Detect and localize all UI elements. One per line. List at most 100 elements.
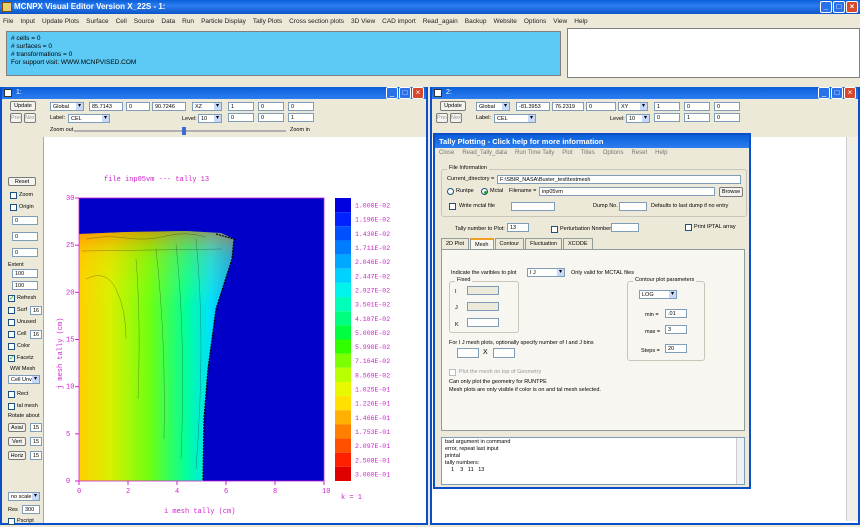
menu-item-backup[interactable]: Backup bbox=[465, 18, 487, 25]
tally-menu-close[interactable]: Close bbox=[439, 150, 454, 156]
plane-select[interactable]: XZ bbox=[192, 102, 222, 111]
menu-item-cross-section-plots[interactable]: Cross section plots bbox=[289, 18, 344, 25]
zoom-checkbox[interactable] bbox=[10, 192, 17, 199]
contour-scale-select[interactable]: LOG bbox=[639, 290, 677, 299]
menu-item-surface[interactable]: Surface bbox=[86, 18, 108, 25]
plot-mesh-geo-checkbox[interactable] bbox=[449, 369, 456, 376]
basis-field-2[interactable]: 0 bbox=[684, 102, 710, 111]
basis-field-4[interactable]: 0 bbox=[654, 113, 680, 122]
tab-xcode[interactable]: XCODE bbox=[562, 238, 593, 249]
side-field-b[interactable]: 0 bbox=[12, 232, 38, 241]
tally-menu-run-time-tally[interactable]: Run Time Tally bbox=[515, 150, 554, 156]
basis-field-6[interactable]: 1 bbox=[288, 113, 314, 122]
axial-button[interactable]: Axial bbox=[8, 423, 26, 432]
horiz-button[interactable]: Horiz bbox=[8, 451, 26, 460]
origin-y-field[interactable]: 76.2319 bbox=[552, 102, 584, 111]
log-scrollbar[interactable] bbox=[736, 438, 744, 484]
unused-checkbox[interactable] bbox=[8, 319, 15, 326]
side-field-c[interactable]: 0 bbox=[12, 248, 38, 257]
tally-menu-plot[interactable]: Plot bbox=[562, 150, 572, 156]
menu-item-cell[interactable]: Cell bbox=[116, 18, 127, 25]
basis-field-4[interactable]: 0 bbox=[228, 113, 254, 122]
menu-item-data[interactable]: Data bbox=[161, 18, 175, 25]
tally-menu-options[interactable]: Options bbox=[603, 150, 624, 156]
write-mctal-field[interactable] bbox=[511, 202, 555, 211]
perturbation-field[interactable] bbox=[611, 223, 639, 232]
level-select[interactable]: 10 bbox=[626, 114, 650, 123]
next-button[interactable]: Next bbox=[24, 113, 36, 123]
write-mctal-checkbox[interactable] bbox=[449, 203, 456, 210]
origin-z-field[interactable]: 0 bbox=[586, 102, 616, 111]
basis-field-3[interactable]: 0 bbox=[288, 102, 314, 111]
menu-item-file[interactable]: File bbox=[3, 18, 13, 25]
basis-field-3[interactable]: 0 bbox=[714, 102, 740, 111]
minimize-button[interactable]: _ bbox=[386, 87, 398, 99]
origin-checkbox[interactable] bbox=[10, 204, 17, 211]
extent-field-1[interactable]: 100 bbox=[12, 269, 38, 278]
extent-field-2[interactable]: 100 bbox=[12, 281, 38, 290]
tally-menu-help[interactable]: Help bbox=[655, 150, 667, 156]
command-input[interactable] bbox=[567, 28, 860, 78]
basis-field-1[interactable]: 1 bbox=[654, 102, 680, 111]
close-button[interactable]: × bbox=[412, 87, 424, 99]
origin-mode-select[interactable]: Global bbox=[476, 102, 510, 111]
tally-menu-titles[interactable]: Titles bbox=[581, 150, 595, 156]
menu-item-update-plots[interactable]: Update Plots bbox=[42, 18, 79, 25]
menu-item-particle-display[interactable]: Particle Display bbox=[201, 18, 246, 25]
window-2-scrollbar[interactable] bbox=[846, 137, 858, 521]
basis-field-1[interactable]: 1 bbox=[228, 102, 254, 111]
menu-item-source[interactable]: Source bbox=[134, 18, 155, 25]
cell-checkbox[interactable] bbox=[8, 331, 15, 338]
res-field[interactable]: 300 bbox=[22, 505, 40, 514]
menu-item-read-again[interactable]: Read_again bbox=[423, 18, 458, 25]
surf-size-field[interactable]: 16 bbox=[30, 306, 42, 315]
filename-field[interactable]: inp05vm bbox=[539, 187, 715, 196]
fixed-k-field[interactable] bbox=[467, 318, 499, 327]
color-checkbox[interactable] bbox=[8, 343, 15, 350]
minimize-button[interactable]: _ bbox=[818, 87, 830, 99]
dump-field[interactable] bbox=[619, 202, 647, 211]
side-field-a[interactable]: 0 bbox=[12, 216, 38, 225]
maximize-button[interactable]: □ bbox=[833, 1, 845, 13]
axial-field[interactable]: 15 bbox=[30, 423, 42, 432]
tab-2d-plot[interactable]: 2D Plot bbox=[441, 238, 470, 249]
prev-button[interactable]: Prev bbox=[436, 113, 448, 123]
reset-button[interactable]: Reset bbox=[8, 177, 36, 186]
tally-contour-plot[interactable]: file inp05vm --- tally 13 0 2 4 6 8 10 0 5 10 15 2… bbox=[46, 139, 426, 523]
close-button[interactable]: × bbox=[846, 1, 858, 13]
plot-vars-select[interactable]: I J bbox=[527, 268, 565, 277]
tab-mesh[interactable]: Mesh bbox=[470, 238, 494, 249]
origin-x-field[interactable]: -81.3953 bbox=[516, 102, 550, 111]
tab-contour[interactable]: Contour bbox=[494, 238, 525, 249]
tally-menu-read-tally-data[interactable]: Read_Tally_data bbox=[462, 150, 507, 156]
origin-z-field[interactable]: 90.7246 bbox=[152, 102, 186, 111]
perturbation-checkbox[interactable] bbox=[551, 226, 558, 233]
menu-item-tally-plots[interactable]: Tally Plots bbox=[253, 18, 282, 25]
horiz-field[interactable]: 15 bbox=[30, 451, 42, 460]
level-select[interactable]: 10 bbox=[198, 114, 222, 123]
max-field[interactable]: 3 bbox=[665, 325, 687, 334]
zoom-slider[interactable] bbox=[74, 130, 286, 132]
tally-menu-reset[interactable]: Reset bbox=[631, 150, 647, 156]
basis-field-5[interactable]: 1 bbox=[684, 113, 710, 122]
cell-unv-select[interactable]: Cell Unv bbox=[8, 375, 40, 384]
basis-field-5[interactable]: 0 bbox=[258, 113, 284, 122]
tal-mesh-checkbox[interactable] bbox=[8, 403, 15, 410]
refresh-checkbox[interactable] bbox=[8, 294, 15, 302]
origin-y-field[interactable]: 0 bbox=[126, 102, 150, 111]
browse-button[interactable]: Browse bbox=[719, 187, 743, 197]
basis-field-2[interactable]: 0 bbox=[258, 102, 284, 111]
prev-button[interactable]: Prev bbox=[10, 113, 22, 123]
output-log[interactable]: bad argument in command error, repeat la… bbox=[441, 437, 745, 485]
update-button[interactable]: Update bbox=[10, 101, 36, 111]
plane-select[interactable]: XY bbox=[618, 102, 648, 111]
maximize-button[interactable]: □ bbox=[831, 87, 843, 99]
scale-select[interactable]: no scale bbox=[8, 492, 40, 501]
next-button[interactable]: Next bbox=[450, 113, 462, 123]
menu-item-input[interactable]: Input bbox=[20, 18, 34, 25]
label-select[interactable]: CEL bbox=[494, 114, 536, 123]
i-bins-field[interactable] bbox=[457, 348, 479, 358]
menu-item-3d-view[interactable]: 3D View bbox=[351, 18, 375, 25]
steps-field[interactable]: 20 bbox=[665, 344, 687, 353]
print-iptal-checkbox[interactable] bbox=[685, 224, 692, 231]
